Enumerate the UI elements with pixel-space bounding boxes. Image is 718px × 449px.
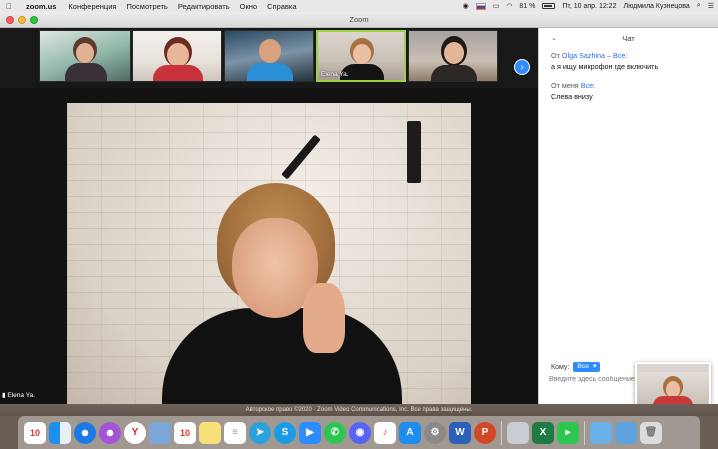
dropdown-arrow-icon: ▾	[593, 363, 597, 370]
appstore-icon[interactable]: A	[399, 421, 421, 444]
menu-help[interactable]: Справка	[267, 2, 296, 11]
window-titlebar: Zoom	[0, 12, 718, 28]
datetime[interactable]: Пт, 10 апр. 12:22	[562, 3, 616, 10]
message-header: От меня Все:	[551, 81, 596, 90]
recipient-select[interactable]: Все ▾	[573, 362, 601, 372]
scanner-icon[interactable]	[507, 421, 529, 444]
trash-icon[interactable]: 🗑	[640, 421, 662, 444]
recipient-row: Кому: Все ▾	[551, 362, 601, 372]
compass-icon[interactable]	[99, 421, 121, 444]
message-text: Слева внизу	[551, 92, 593, 101]
finder-icon[interactable]	[49, 421, 71, 444]
active-speaker-video[interactable]	[67, 103, 471, 405]
user-name[interactable]: Людмила Кузнецова	[623, 3, 689, 10]
participant-body	[431, 65, 477, 81]
participant-name: Elena Ya.	[321, 71, 349, 78]
participant-thumb-3[interactable]	[224, 30, 314, 82]
participant-face	[259, 39, 281, 63]
menu-app-name[interactable]: zoom.us	[26, 2, 56, 11]
chat-message: От Olga Sazhina – Все: а я ищу микрофон …	[539, 50, 718, 72]
chat-title: Чат	[622, 34, 635, 43]
participant-thumb-2[interactable]	[132, 30, 222, 82]
chat-message: От меня Все: Слева внизу	[539, 80, 718, 102]
control-center-icon[interactable]: ☰	[708, 2, 714, 10]
wifi-icon[interactable]: ◠	[506, 2, 512, 10]
participant-body	[247, 63, 293, 81]
maximize-window-icon[interactable]	[30, 16, 38, 24]
close-window-icon[interactable]	[6, 16, 14, 24]
russian-flag-icon[interactable]	[475, 2, 486, 10]
battery-text: 81 %	[519, 2, 536, 10]
copyright-text: Авторское право ©2020 · Zoom Video Commu…	[0, 404, 718, 416]
word-icon[interactable]: W	[449, 421, 471, 444]
zoom-window: Zoom Elena Ya. › ▮ Elena Ya. ⌄ Чат От Ol…	[0, 12, 718, 416]
dock-separator	[501, 420, 502, 445]
participant-thumb-5[interactable]	[408, 30, 498, 82]
skype-icon[interactable]: S	[274, 421, 296, 444]
excel-icon[interactable]: X	[532, 421, 554, 444]
telegram-icon[interactable]: ➤	[249, 421, 271, 444]
menu-edit[interactable]: Редактировать	[178, 2, 230, 11]
participant-thumb-1[interactable]	[39, 30, 131, 82]
active-speaker-name: ▮ Elena Ya.	[2, 392, 35, 399]
wall-decor	[281, 134, 321, 180]
settings-icon[interactable]: ⚙	[424, 421, 446, 444]
apple-menu-icon[interactable]: 	[6, 2, 16, 11]
participant-face	[353, 44, 371, 64]
window-title: Zoom	[349, 15, 369, 24]
powerpoint-icon[interactable]: P	[474, 421, 496, 444]
notes-icon[interactable]	[199, 421, 221, 444]
airplay-icon[interactable]: ▭	[493, 2, 500, 10]
participant-face	[76, 43, 94, 63]
preview-icon[interactable]	[149, 421, 171, 444]
dock-separator	[584, 420, 585, 445]
music-icon[interactable]: ♪	[374, 421, 396, 444]
macos-dock: 10 Y 10 ≡ ➤ S ▶ ✆ ◉ ♪ A ⚙ W P X ▸ 🗑	[18, 416, 700, 449]
signal-bars-icon: ▮	[2, 392, 6, 399]
whatsapp-icon[interactable]: ✆	[324, 421, 346, 444]
speaker-torso	[162, 308, 402, 405]
wall-decor	[407, 121, 421, 183]
self-view-window[interactable]	[635, 362, 711, 408]
participant-thumb-4-active[interactable]: Elena Ya.	[316, 30, 406, 82]
facetime-icon[interactable]: ▸	[557, 421, 579, 444]
calendar-icon[interactable]: 10	[174, 421, 196, 444]
downloads-icon[interactable]	[615, 421, 637, 444]
participant-body	[65, 63, 107, 81]
participant-face	[444, 42, 464, 64]
search-icon[interactable]: ⌕	[697, 2, 701, 10]
chat-header: ⌄ Чат	[539, 28, 718, 50]
recipient-label: Кому:	[551, 363, 570, 371]
calendar-icon[interactable]: 10	[24, 421, 46, 444]
speaker-hand	[303, 283, 345, 353]
macos-menubar:  zoom.us Конференция Посмотреть Редакти…	[0, 0, 718, 12]
participant-body	[153, 65, 203, 81]
zoom-icon[interactable]: ▶	[299, 421, 321, 444]
video-area: Elena Ya. › ▮ Elena Ya.	[0, 28, 538, 405]
zoom-status-icon[interactable]: ◉	[463, 2, 469, 10]
menu-view[interactable]: Посмотреть	[126, 2, 167, 11]
chevron-down-icon[interactable]: ⌄	[551, 28, 557, 50]
safari-icon[interactable]	[74, 421, 96, 444]
self-view-strip	[637, 364, 709, 372]
chat-panel: ⌄ Чат От Olga Sazhina – Все: а я ищу мик…	[538, 28, 718, 416]
menu-conference[interactable]: Конференция	[68, 2, 116, 11]
message-header: От Olga Sazhina – Все:	[551, 51, 628, 60]
folder-icon[interactable]	[590, 421, 612, 444]
minimize-window-icon[interactable]	[18, 16, 26, 24]
menu-window[interactable]: Окно	[240, 2, 257, 11]
reminders-icon[interactable]: ≡	[224, 421, 246, 444]
next-page-button[interactable]: ›	[514, 59, 530, 75]
yandex-icon[interactable]: Y	[124, 421, 146, 444]
discord-icon[interactable]: ◉	[349, 421, 371, 444]
battery-icon[interactable]	[542, 3, 556, 9]
message-text: а я ищу микрофон где включить	[551, 62, 659, 71]
chevron-right-icon: ›	[520, 62, 524, 73]
participant-face	[167, 43, 189, 67]
